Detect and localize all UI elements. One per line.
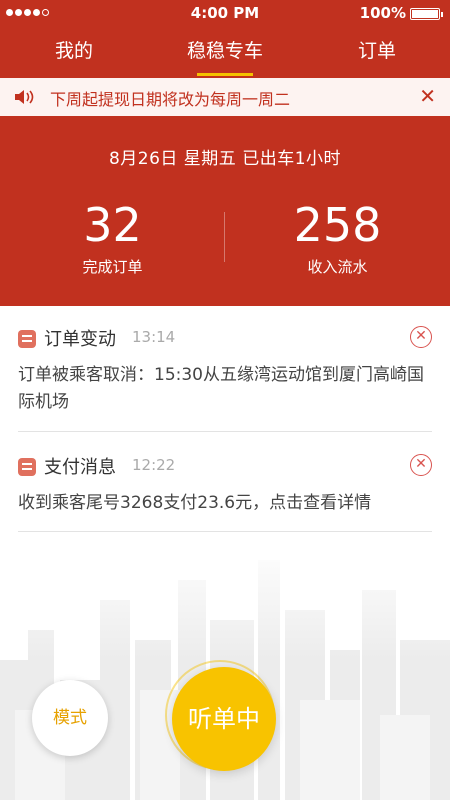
message-title: 订单变动 <box>44 329 116 350</box>
tab-orders[interactable]: 订单 <box>337 36 417 63</box>
tab-mine[interactable]: 我的 <box>34 36 114 63</box>
dismiss-icon[interactable]: ✕ <box>410 326 432 348</box>
listening-button[interactable]: 听单中 <box>172 667 276 771</box>
income-label: 收入流水 <box>307 258 368 276</box>
message-title: 支付消息 <box>44 457 116 478</box>
completed-orders-label: 完成订单 <box>82 258 143 276</box>
notice-text: 下周起提现日期将改为每周一周二 <box>50 90 291 109</box>
status-bar: 4:00 PM 100% <box>0 0 450 26</box>
message-time: 12:22 <box>132 456 176 474</box>
tab-stable-car[interactable]: 稳稳专车 <box>175 36 275 63</box>
message-body: 订单被乘客取消：15:30从五缘湾运动馆到厦门高崎国际机场 <box>18 365 424 412</box>
divider <box>18 531 432 532</box>
message-icon <box>18 458 36 476</box>
active-tab-indicator <box>197 73 253 76</box>
tab-bar: 我的 稳稳专车 订单 <box>0 26 450 76</box>
income-value: 258 <box>293 198 382 252</box>
completed-orders-value: 32 <box>83 198 142 252</box>
battery-percent: 100% <box>359 4 406 22</box>
message-time: 13:14 <box>132 328 176 346</box>
close-icon[interactable]: ✕ <box>419 84 436 108</box>
dismiss-icon[interactable]: ✕ <box>410 454 432 476</box>
date-line: 8月26日 星期五 已出车1小时 <box>108 149 342 169</box>
battery-icon <box>410 8 443 20</box>
message-body: 收到乘客尾号3268支付23.6元，点击查看详情 <box>18 493 372 513</box>
header-panel: 4:00 PM 100% 我的 稳稳专车 订单 8月26日 星期五 已出车1小时… <box>0 0 450 306</box>
message-icon <box>18 330 36 348</box>
speaker-icon <box>15 90 34 104</box>
income-stat: 258 收入流水 <box>225 196 450 277</box>
completed-orders-stat: 32 完成订单 <box>0 196 225 277</box>
notice-banner: 下周起提现日期将改为每周一周二 ✕ <box>0 78 450 116</box>
mode-button[interactable]: 模式 <box>32 680 108 756</box>
divider <box>18 431 432 432</box>
